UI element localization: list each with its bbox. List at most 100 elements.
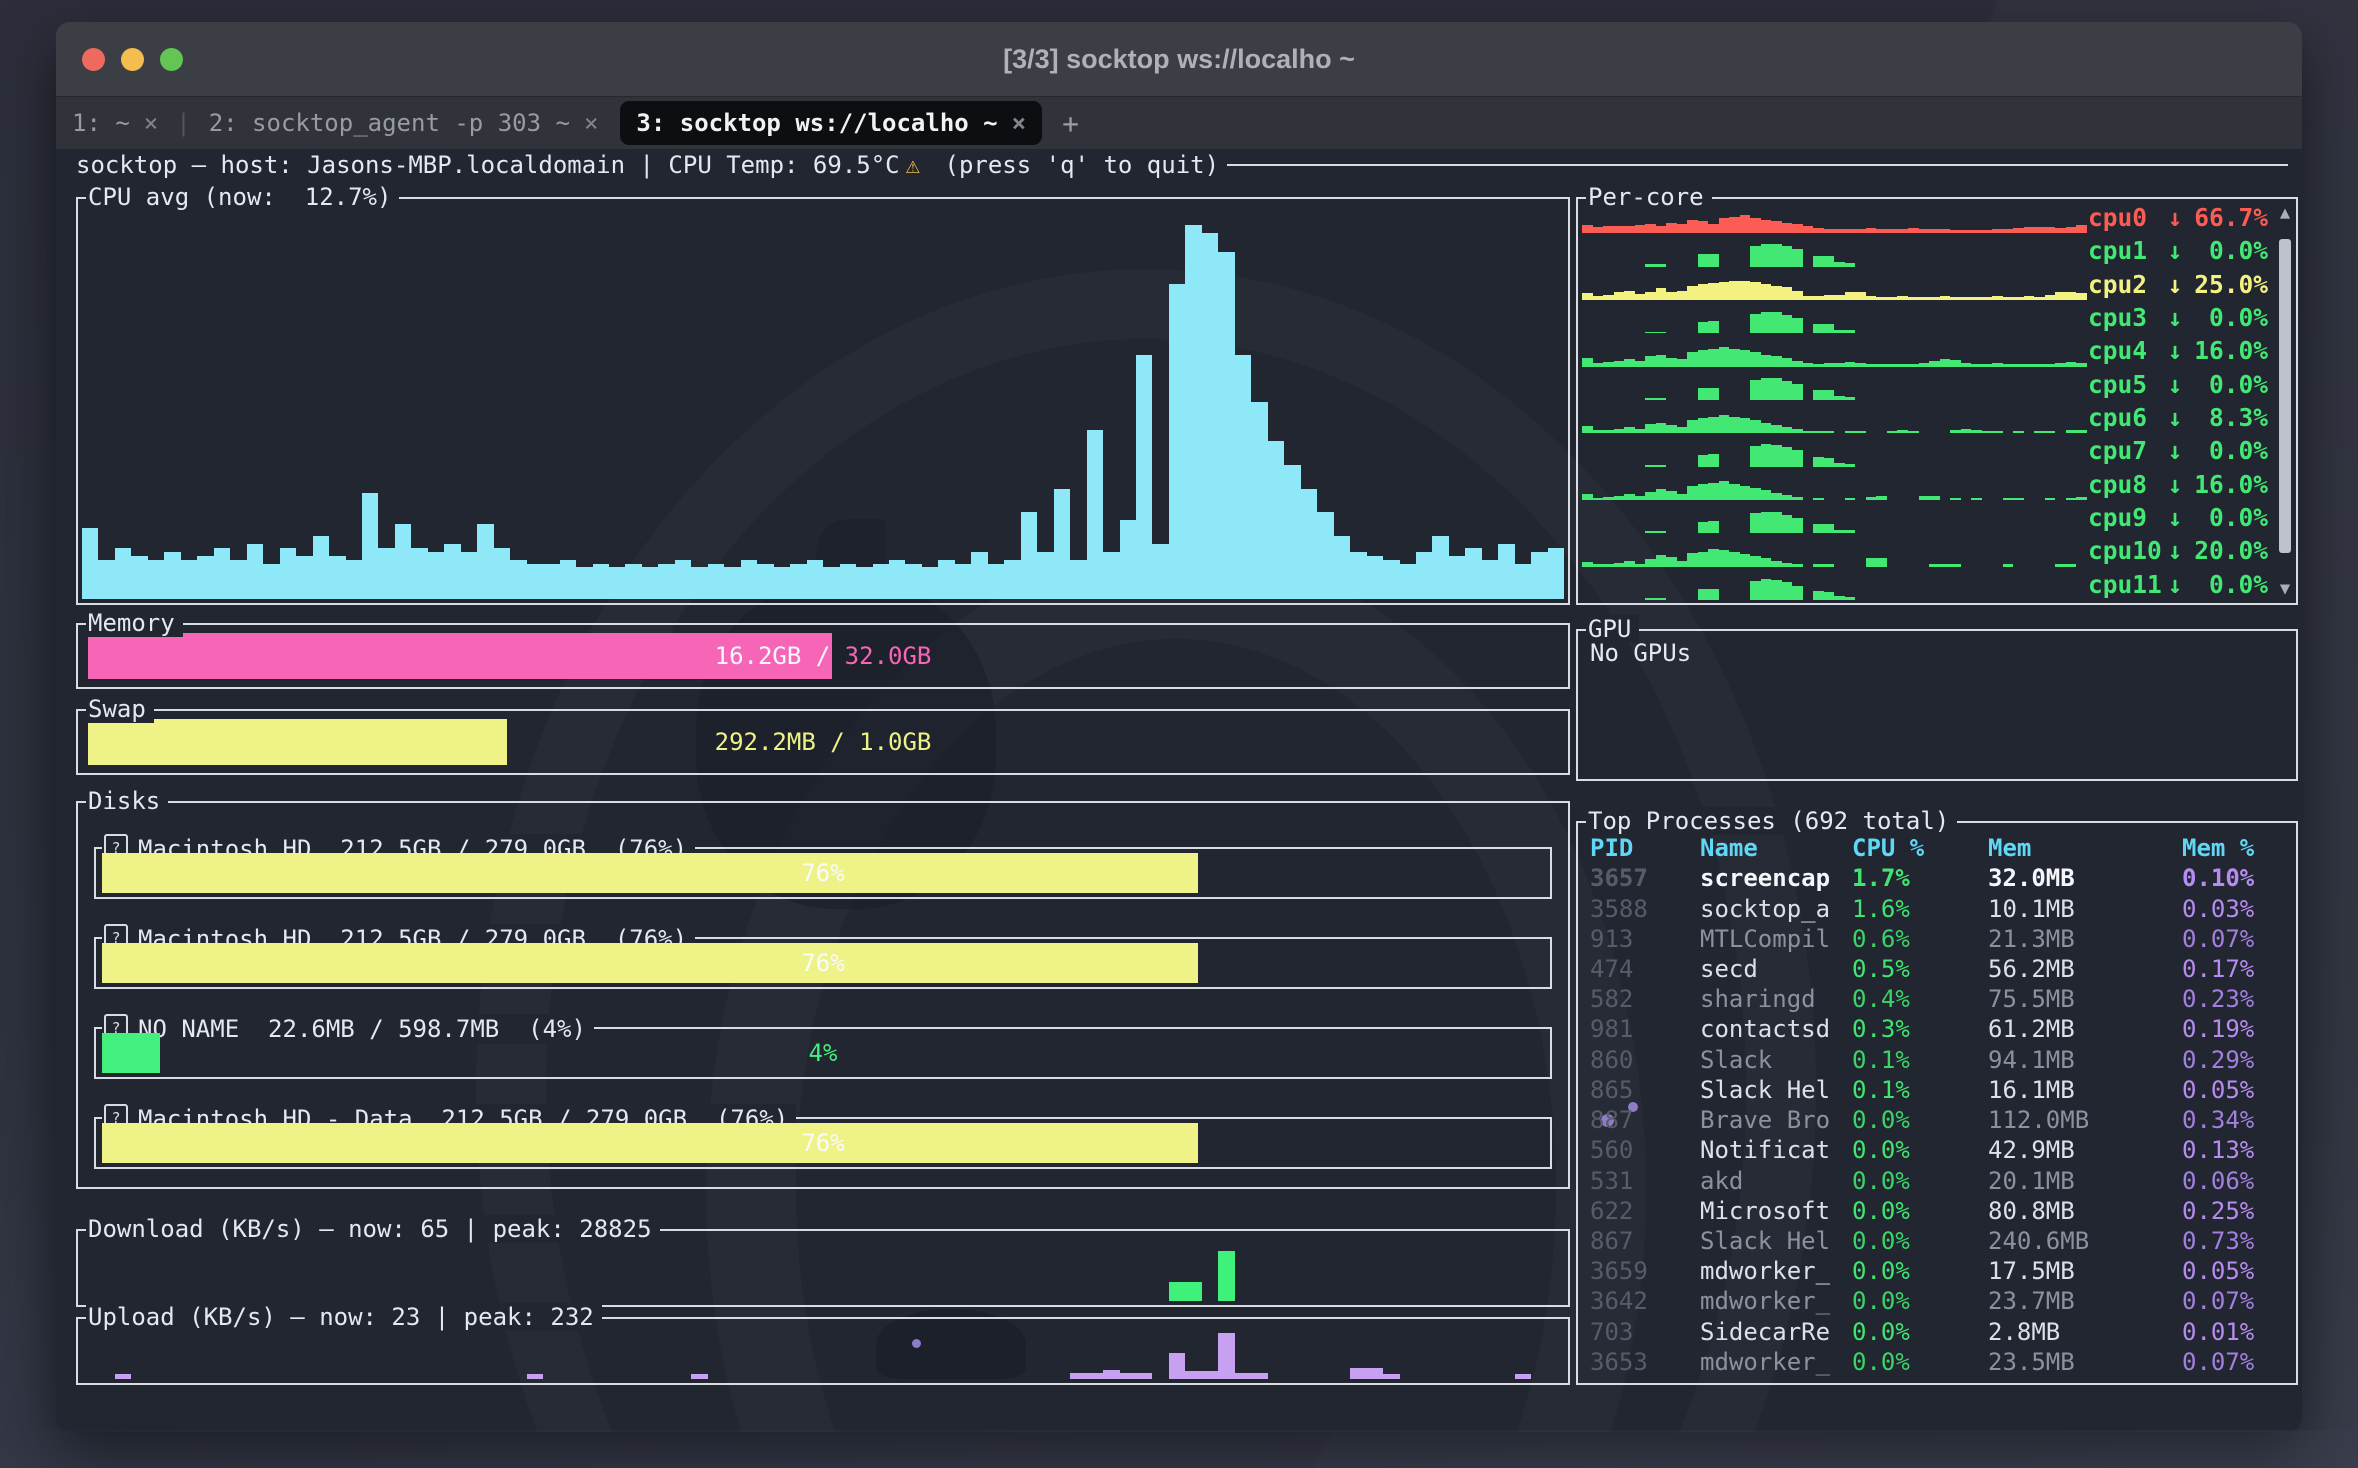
- tab-1[interactable]: 1: ~×: [56, 97, 174, 149]
- process-cpu: 0.4%: [1852, 985, 1988, 1013]
- sparkline-bar: [1666, 358, 1677, 367]
- process-name: contactsd: [1700, 1015, 1852, 1043]
- sparkline-bar: [1792, 450, 1803, 466]
- per-core-title: Per-core: [1586, 183, 1712, 211]
- process-row[interactable]: 531akd0.0%20.1MB0.06%: [1590, 1165, 2290, 1195]
- cpu-sparkline: [1582, 337, 2087, 367]
- process-mem: 20.1MB: [1988, 1167, 2182, 1195]
- sparkline-bar: [1656, 264, 1667, 266]
- process-pid: 867: [1590, 1227, 1700, 1255]
- sparkline-bar: [1771, 378, 1782, 400]
- disk-panel-2: ?Macintosh HD 212.5GB / 279.0GB (76%)76%: [94, 937, 1552, 989]
- cpu-row-cpu11: cpu11↓0.0%: [1582, 568, 2272, 601]
- chart-bar: [691, 567, 707, 599]
- sparkline-bar: [1919, 297, 1930, 300]
- cpu-percent: 25.0%: [2188, 270, 2268, 299]
- process-row[interactable]: 474secd0.5%56.2MB0.17%: [1590, 954, 2290, 984]
- chart-bar: [658, 564, 674, 599]
- sparkline-bar: [1855, 363, 1866, 367]
- process-row[interactable]: 560Notificat0.0%42.9MB0.13%: [1590, 1135, 2290, 1165]
- new-tab-button[interactable]: +: [1048, 107, 1093, 140]
- cpu-row-cpu2: cpu2↓25.0%: [1582, 268, 2272, 301]
- process-mem-pct: 0.23%: [2182, 985, 2290, 1013]
- process-row[interactable]: 3653mdworker_0.0%23.5MB0.07%: [1590, 1347, 2290, 1377]
- chart-bar: [1136, 355, 1152, 599]
- cpu-sparkline: [1582, 537, 2087, 567]
- process-mem-pct: 0.13%: [2182, 1136, 2290, 1164]
- process-row[interactable]: 865Slack Hel0.1%16.1MB0.05%: [1590, 1075, 2290, 1105]
- sparkline-bar: [1666, 223, 1677, 233]
- process-name: secd: [1700, 955, 1852, 983]
- sparkline-bar: [1593, 296, 1604, 300]
- disk-panel-3: ?NO NAME 22.6MB / 598.7MB (4%)4%: [94, 1027, 1552, 1079]
- sparkline-bar: [1803, 226, 1814, 233]
- process-row[interactable]: 3642mdworker_0.0%23.7MB0.07%: [1590, 1286, 2290, 1316]
- sparkline-bar: [1656, 398, 1667, 400]
- column-header-cpu: CPU %: [1852, 834, 1988, 862]
- process-row[interactable]: 860Slack0.1%94.1MB0.29%: [1590, 1045, 2290, 1075]
- sparkline-bar: [1919, 229, 1930, 234]
- sparkline-bar: [1992, 363, 2003, 367]
- chart-bar: [1235, 355, 1251, 599]
- process-row[interactable]: 582sharingd0.4%75.5MB0.23%: [1590, 984, 2290, 1014]
- process-cpu: 0.3%: [1852, 1015, 1988, 1043]
- process-name: Slack Hel: [1700, 1227, 1852, 1255]
- process-row[interactable]: 622Microsoft0.0%80.8MB0.25%: [1590, 1196, 2290, 1226]
- chart-bar: [593, 564, 609, 599]
- process-row[interactable]: 867Slack Hel0.0%240.6MB0.73%: [1590, 1226, 2290, 1256]
- chart-bar: [313, 536, 329, 599]
- process-row[interactable]: 703SidecarRe0.0%2.8MB0.01%: [1590, 1317, 2290, 1347]
- disks-title: Disks: [86, 787, 168, 815]
- chart-bar: [214, 548, 230, 599]
- close-window-button[interactable]: [82, 48, 105, 71]
- chart-bar: [873, 564, 889, 599]
- sparkline-bar: [1982, 297, 1993, 300]
- process-row[interactable]: 981contactsd0.3%61.2MB0.19%: [1590, 1014, 2290, 1044]
- process-mem: 94.1MB: [1988, 1046, 2182, 1074]
- chart-bar: [1400, 564, 1416, 599]
- tab-3[interactable]: 3: socktop ws://localho ~×: [620, 101, 1042, 145]
- process-row[interactable]: 887Brave Bro0.0%112.0MB0.34%: [1590, 1105, 2290, 1135]
- scrollbar-thumb[interactable]: [2279, 239, 2291, 553]
- scroll-up-icon[interactable]: ▲: [2276, 203, 2294, 223]
- process-row[interactable]: 3588socktop_a1.6%10.1MB0.03%: [1590, 893, 2290, 923]
- sparkline-bar: [1708, 224, 1719, 233]
- sparkline-bar: [1845, 292, 1856, 300]
- process-name: sharingd: [1700, 985, 1852, 1013]
- sparkline-bar: [1887, 431, 1898, 433]
- tab-close-icon[interactable]: ×: [144, 109, 158, 137]
- process-row[interactable]: 913MTLCompil0.6%21.3MB0.07%: [1590, 924, 2290, 954]
- sparkline-bar: [1834, 363, 1845, 367]
- cpu-sparkline: [1582, 570, 2087, 600]
- chart-bar: [263, 564, 279, 599]
- chart-bar: [1169, 1353, 1185, 1379]
- sparkline-bar: [1803, 431, 1814, 433]
- cpu-sparkline: [1582, 237, 2087, 267]
- sparkline-bar: [1771, 312, 1782, 333]
- zoom-window-button[interactable]: [160, 48, 183, 71]
- sparkline-bar: [1845, 464, 1856, 467]
- process-cpu: 0.0%: [1852, 1227, 1988, 1255]
- process-row[interactable]: 3659mdworker_0.0%17.5MB0.05%: [1590, 1256, 2290, 1286]
- sparkline-bar: [1677, 561, 1688, 566]
- scroll-down-icon[interactable]: ▼: [2276, 579, 2294, 599]
- sparkline-bar: [1834, 463, 1845, 467]
- minimize-window-button[interactable]: [121, 48, 144, 71]
- chart-bar: [840, 564, 856, 599]
- sparkline-bar: [1971, 498, 1982, 500]
- tab-2[interactable]: 2: socktop_agent -p 303 ~×: [193, 97, 615, 149]
- sparkline-bar: [1929, 496, 1940, 500]
- disk-bar-label: 76%: [102, 1123, 1544, 1163]
- tab-close-icon[interactable]: ×: [1012, 109, 1026, 137]
- sparkline-bar: [1845, 431, 1856, 433]
- titlebar[interactable]: [3/3] socktop ws://localho ~: [56, 22, 2302, 97]
- sparkline-bar: [1614, 496, 1625, 500]
- process-pid: 981: [1590, 1015, 1700, 1043]
- tab-close-icon[interactable]: ×: [584, 109, 598, 137]
- sparkline-bar: [1771, 425, 1782, 433]
- process-row[interactable]: 3657screencap1.7%32.0MB0.10%: [1590, 863, 2290, 893]
- sparkline-bar: [1824, 458, 1835, 467]
- chart-bar: [280, 548, 296, 599]
- sparkline-bar: [1582, 358, 1593, 367]
- per-core-scrollbar[interactable]: ▲ ▼: [2276, 201, 2294, 601]
